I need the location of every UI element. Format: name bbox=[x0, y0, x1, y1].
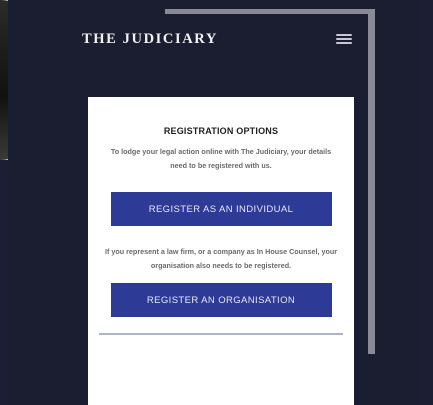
card-title: REGISTRATION OPTIONS bbox=[163, 126, 279, 136]
registration-card: REGISTRATION OPTIONS To lodge your legal… bbox=[88, 97, 354, 405]
site-header: THE JUDICIARY bbox=[70, 16, 370, 62]
hamburger-bar bbox=[336, 42, 352, 44]
register-organisation-button[interactable]: REGISTER AN ORGANISATION bbox=[110, 283, 332, 317]
card-intro-text: To lodge your legal action online with T… bbox=[110, 147, 332, 170]
hamburger-bar bbox=[336, 34, 352, 36]
organisation-note: If you represent a law firm, or a compan… bbox=[104, 247, 338, 270]
frame-line-top bbox=[165, 9, 375, 14]
hamburger-icon[interactable] bbox=[336, 32, 352, 46]
register-individual-button[interactable]: REGISTER AS AN INDIVIDUAL bbox=[110, 192, 332, 226]
hamburger-bar bbox=[336, 38, 352, 40]
site-brand[interactable]: THE JUDICIARY bbox=[82, 31, 218, 48]
card-divider bbox=[99, 333, 343, 335]
